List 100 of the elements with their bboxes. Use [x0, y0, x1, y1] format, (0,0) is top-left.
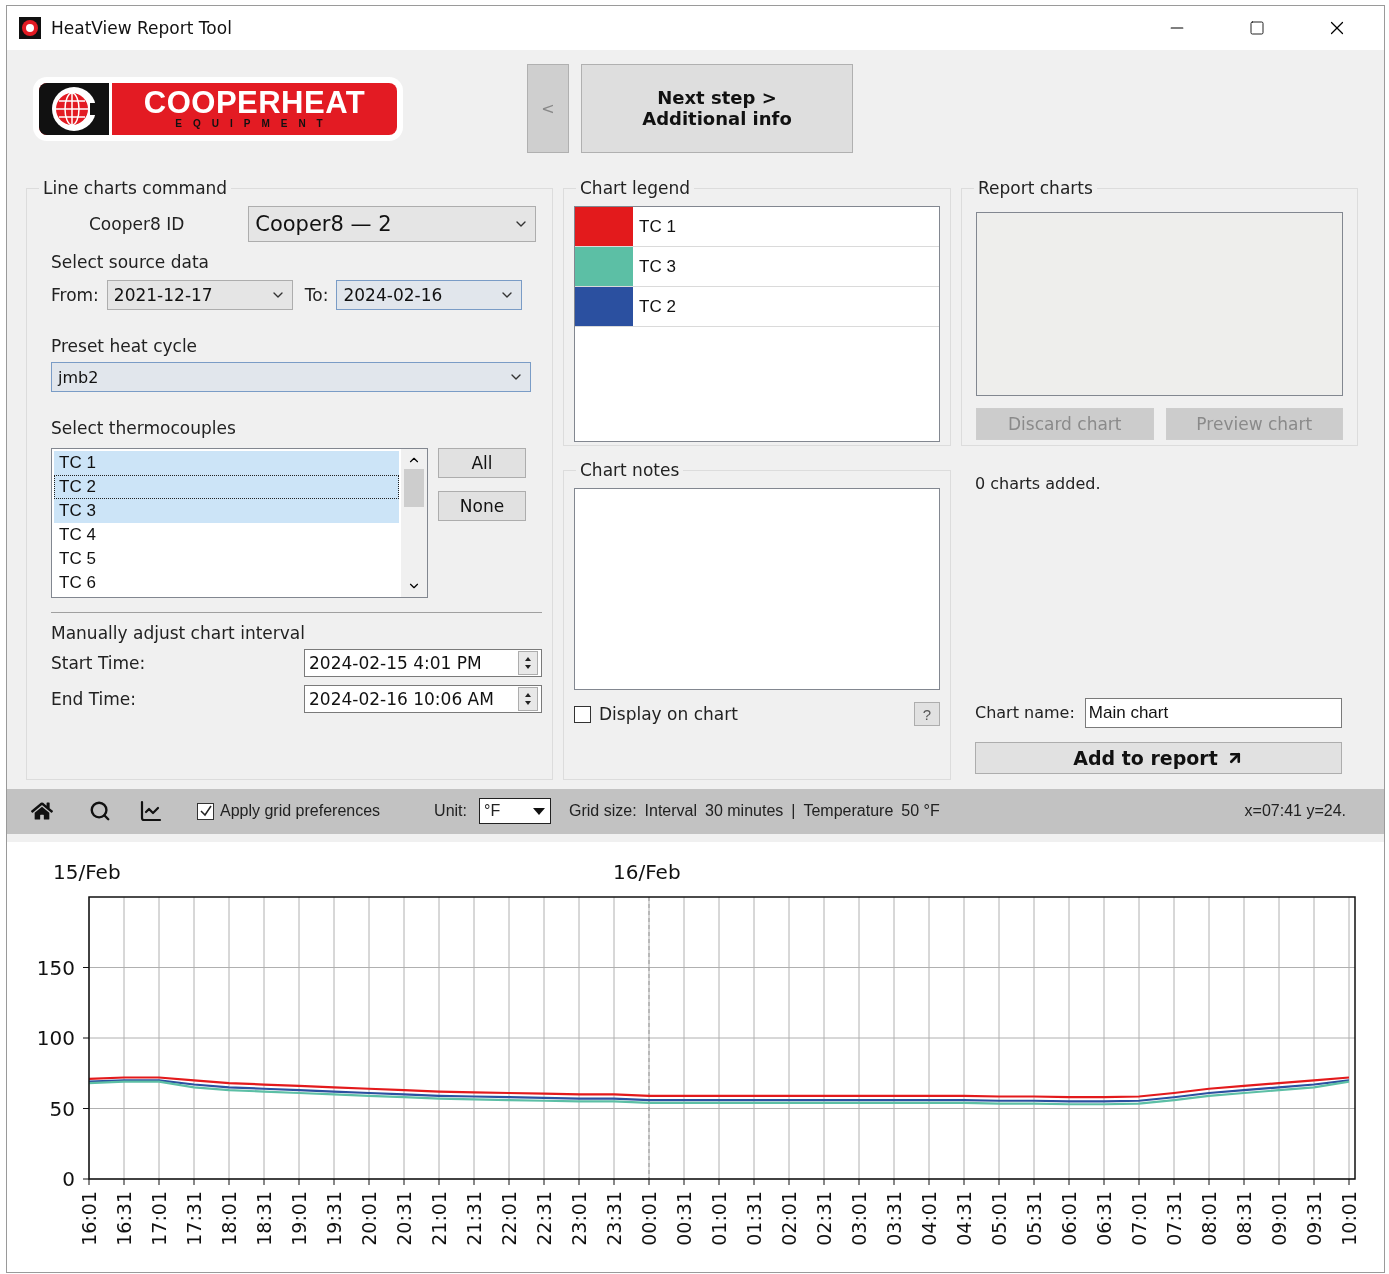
spin-arrows-icon[interactable]	[518, 651, 538, 676]
legend-label: TC 1	[638, 216, 676, 237]
cursor-coordinates: x=07:41 y=24.	[1244, 802, 1346, 821]
unit-label: Unit:	[434, 802, 467, 821]
axis-tick-label: 01:01	[708, 1191, 730, 1246]
axis-tick-label: 04:01	[918, 1191, 940, 1246]
axis-tick-label: 06:31	[1093, 1191, 1115, 1246]
grid-size-text: 50 °F	[901, 802, 940, 821]
axis-tick-label: 07:01	[1128, 1191, 1150, 1246]
date-label: 15/Feb	[53, 860, 121, 884]
section-label: Preset heat cycle	[51, 336, 198, 357]
axis-tick-label: 21:31	[463, 1191, 485, 1246]
section-label: Select thermocouples	[51, 418, 236, 439]
list-item[interactable]: TC 2	[54, 475, 399, 500]
date-dropdown[interactable]: 2024-02-16	[336, 280, 523, 311]
axis-tick-label: 00:31	[673, 1191, 695, 1246]
axis-tick-label: 09:01	[1268, 1191, 1290, 1246]
axis-tick-label: 17:01	[148, 1191, 170, 1246]
axis-tick-label: 09:31	[1303, 1191, 1325, 1246]
field-label: End Time:	[51, 689, 137, 710]
axis-tick-label: 08:01	[1198, 1191, 1220, 1246]
window-title: HeatView Report Tool	[51, 17, 233, 38]
axis-tick-label: 08:31	[1233, 1191, 1255, 1246]
field-label: Chart name:	[975, 703, 1075, 722]
axis-tick-label: 16:31	[113, 1191, 135, 1246]
axis-tick-label: 18:01	[218, 1191, 240, 1246]
grid-size-text: Interval	[644, 802, 698, 821]
grid-size-text: Temperature	[803, 802, 894, 821]
axis-tick-label: 100	[36, 1026, 75, 1050]
axis-tick-label: 22:01	[498, 1191, 520, 1246]
status-text: 0 charts added.	[975, 474, 1102, 494]
checkbox[interactable]	[574, 705, 591, 723]
search-icon[interactable]	[89, 800, 111, 823]
axis-tick-label: 21:01	[428, 1191, 450, 1246]
legend-label: TC 2	[638, 296, 676, 317]
time-field[interactable]: 2024-02-15 4:01 PM	[304, 649, 542, 678]
axis-tick-label: 17:31	[183, 1191, 205, 1246]
company-logo: COOPERHEAT EQUIPMENT	[33, 76, 403, 141]
unit-dropdown[interactable]: °F	[479, 798, 551, 825]
axis-tick-label: 20:01	[358, 1191, 380, 1246]
axis-tick-label: 02:01	[778, 1191, 800, 1246]
axis-tick-label: 0	[62, 1167, 75, 1191]
time-field[interactable]: 2024-02-16 10:06 AM	[304, 685, 542, 714]
axis-tick-label: 10:01	[1338, 1191, 1360, 1246]
group-title: Report charts	[977, 178, 1094, 199]
help-button[interactable]: ?	[914, 702, 940, 727]
axis-tick-label: 19:31	[323, 1191, 345, 1246]
axis-tick-label: 07:31	[1163, 1191, 1185, 1246]
spin-arrows-icon[interactable]	[518, 687, 538, 712]
heat-cycle-dropdown[interactable]: jmb2	[51, 362, 531, 393]
select-button[interactable]: None	[438, 491, 526, 522]
axis-tick-label: 50	[49, 1096, 75, 1121]
axis-tick-label: 05:31	[1023, 1191, 1045, 1246]
add-to-report-button[interactable]: Add to report	[975, 741, 1342, 774]
axis-tick-label: 04:31	[953, 1191, 975, 1246]
axis-tick-label: 06:01	[1058, 1191, 1080, 1246]
axis-tick-label: 03:01	[848, 1191, 870, 1246]
field-label: Start Time:	[51, 653, 146, 674]
section-label: Select source data	[51, 252, 209, 273]
id-dropdown[interactable]: Cooper8 — 2	[248, 206, 537, 243]
axis-tick-label: 05:01	[988, 1191, 1010, 1246]
axis-tick-label: 22:31	[533, 1191, 555, 1246]
axis-tick-label: 23:31	[603, 1191, 625, 1246]
line-chart-icon[interactable]	[139, 799, 163, 824]
grid-size-text: Grid size:	[569, 802, 637, 821]
list-item[interactable]: TC 3	[54, 499, 399, 524]
group-title: Line charts command	[42, 178, 229, 199]
checkbox[interactable]	[197, 802, 214, 820]
date-label: 16/Feb	[613, 860, 681, 884]
axis-tick-label: 23:01	[568, 1191, 590, 1246]
axis-tick-label: 16:01	[78, 1191, 100, 1246]
field-label: To:	[304, 285, 329, 306]
axis-tick-label: 01:31	[743, 1191, 765, 1246]
checkbox-label: Display on chart	[599, 704, 738, 725]
legend-label: TC 3	[638, 256, 676, 277]
axis-tick-label: 20:31	[393, 1191, 415, 1246]
select-button[interactable]: All	[438, 448, 526, 479]
axis-tick-label: 02:31	[813, 1191, 835, 1246]
scroll-thumb[interactable]	[404, 469, 424, 508]
axis-tick-label: 19:01	[288, 1191, 310, 1246]
list-item[interactable]: TC 1	[54, 451, 399, 476]
notes-field[interactable]	[574, 488, 940, 691]
grid-size-text: 30 minutes	[705, 802, 784, 821]
scrollbar[interactable]	[401, 449, 427, 598]
axis-tick-label: 00:01	[638, 1191, 660, 1246]
field-label: From:	[51, 285, 99, 306]
section-label: Manually adjust chart interval	[51, 623, 305, 644]
field-label: Cooper8 ID	[89, 214, 185, 235]
date-dropdown[interactable]: 2021-12-17	[106, 280, 293, 311]
home-icon[interactable]	[31, 800, 53, 823]
app-icon	[19, 16, 41, 39]
axis-tick-label: 18:31	[253, 1191, 275, 1246]
chart-name-field[interactable]: Main chart	[1084, 697, 1342, 728]
group-title: Chart legend	[579, 178, 692, 199]
grid-size-text: |	[791, 802, 796, 821]
group-title: Chart notes	[579, 460, 681, 481]
next-step-button[interactable]: Next step > Additional info	[581, 64, 853, 154]
checkbox-label: Apply grid preferences	[220, 802, 381, 821]
axis-tick-label: 03:31	[883, 1191, 905, 1246]
axis-tick-label: 150	[36, 955, 75, 980]
